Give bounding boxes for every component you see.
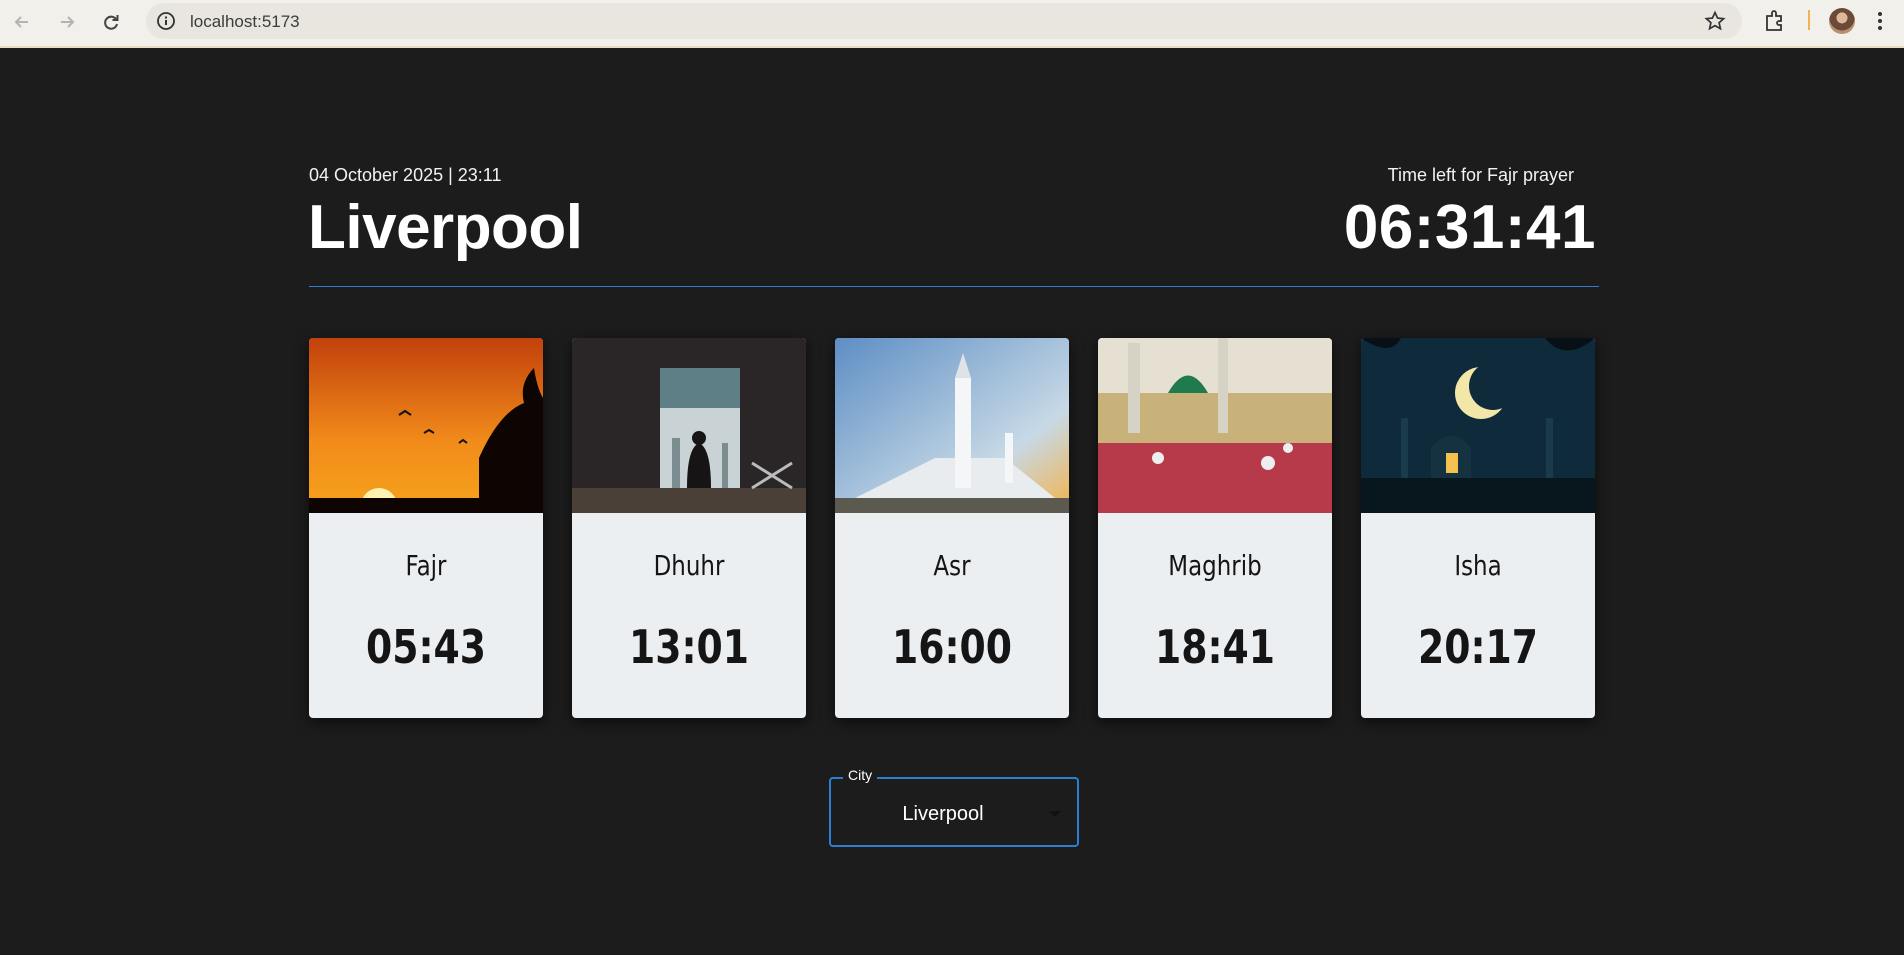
prayer-card-asr: Asr 16:00: [835, 338, 1069, 718]
prayer-name: Maghrib: [1168, 549, 1262, 582]
city-title: Liverpool: [308, 193, 583, 262]
prayer-card-fajr: Fajr 05:43: [309, 338, 543, 718]
toolbar-separator: [1808, 10, 1810, 30]
fajr-image: [309, 338, 543, 513]
city-select-value[interactable]: Liverpool: [831, 803, 1055, 826]
extensions-icon[interactable]: [1762, 8, 1788, 34]
prayer-name: Asr: [933, 549, 971, 582]
reload-button[interactable]: [97, 8, 125, 36]
arrow-left-icon: [14, 16, 28, 28]
forward-button[interactable]: [53, 8, 81, 36]
prayer-time: 05:43: [365, 620, 487, 674]
prayer-card-maghrib: Maghrib 18:41: [1098, 338, 1332, 718]
dhuhr-image: [572, 338, 806, 513]
prayer-card-dhuhr: Dhuhr 13:01: [572, 338, 806, 718]
profile-avatar[interactable]: [1829, 8, 1855, 34]
back-button[interactable]: [8, 8, 36, 36]
prayer-time: 18:41: [1154, 620, 1276, 674]
bookmark-star-icon[interactable]: [1704, 10, 1726, 32]
prayer-card-isha: Isha 20:17: [1361, 338, 1595, 718]
prayer-time: 16:00: [891, 620, 1013, 674]
reload-icon: [104, 15, 119, 30]
countdown-timer: 06:31:41: [1343, 193, 1596, 262]
info-icon[interactable]: [156, 11, 176, 31]
prayer-time: 20:17: [1417, 620, 1539, 674]
arrow-right-icon: [61, 16, 75, 28]
url-text[interactable]: localhost:5173: [190, 12, 300, 32]
prayer-time: 13:01: [628, 620, 750, 674]
current-datetime: 04 October 2025 | 23:11: [309, 165, 502, 185]
kebab-menu-icon[interactable]: [1870, 8, 1890, 34]
prayer-cards: Fajr 05:43 Dhuhr 13:01 Asr 16:00 Maghrib…: [309, 338, 1599, 718]
maghrib-image: [1098, 338, 1332, 513]
header-divider: [309, 286, 1599, 287]
address-bar[interactable]: localhost:5173: [146, 3, 1742, 39]
city-select-label: City: [843, 767, 878, 783]
isha-image: [1361, 338, 1595, 513]
city-select[interactable]: Liverpool: [829, 777, 1079, 847]
asr-image: [835, 338, 1069, 513]
caret-down-icon[interactable]: [1049, 811, 1061, 817]
prayer-name: Dhuhr: [653, 549, 725, 582]
time-left-label: Time left for Fajr prayer: [1387, 165, 1574, 185]
browser-toolbar: localhost:5173: [0, 0, 1904, 48]
prayer-name: Fajr: [405, 549, 447, 582]
prayer-name: Isha: [1454, 549, 1502, 582]
